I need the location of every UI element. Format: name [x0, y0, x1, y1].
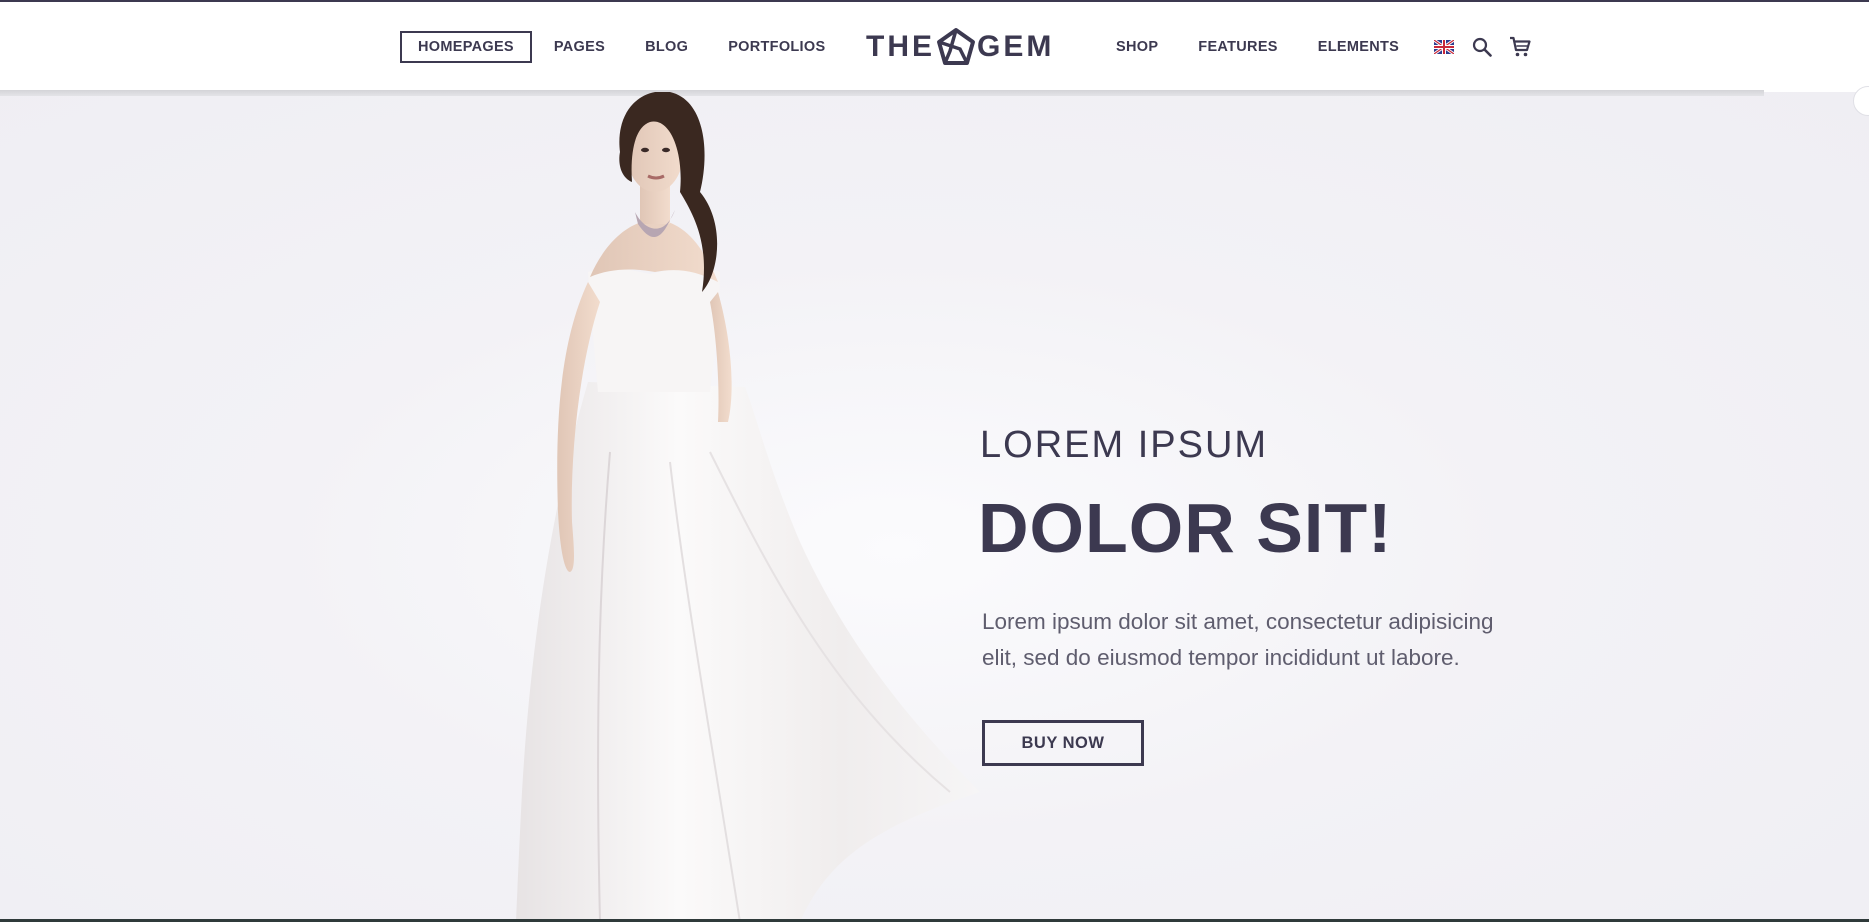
uk-flag-icon[interactable]: [1429, 32, 1459, 62]
nav-item-pages[interactable]: PAGES: [536, 31, 623, 63]
gem-pentagon-icon: [937, 28, 975, 65]
nav-item-shop[interactable]: SHOP: [1098, 31, 1176, 63]
site-header: HOMEPAGES PAGES BLOG PORTFOLIOS THE GEM …: [0, 2, 1869, 92]
primary-nav-left: HOMEPAGES PAGES BLOG PORTFOLIOS: [400, 2, 847, 92]
nav-item-elements[interactable]: ELEMENTS: [1300, 31, 1417, 63]
nav-item-features[interactable]: FEATURES: [1180, 31, 1295, 63]
woman-in-white-dress-photo: [516, 92, 980, 922]
primary-nav-right: SHOP FEATURES ELEMENTS: [1098, 2, 1535, 92]
site-logo[interactable]: THE GEM: [866, 24, 1054, 70]
nav-item-portfolios[interactable]: PORTFOLIOS: [710, 31, 843, 63]
hero-title: DOLOR SIT!: [978, 489, 1393, 567]
nav-item-blog[interactable]: BLOG: [627, 31, 706, 63]
search-icon[interactable]: [1467, 32, 1497, 62]
buy-now-button[interactable]: BUY NOW: [982, 720, 1144, 766]
logo-text-left: THE: [866, 30, 935, 63]
cart-icon[interactable]: [1505, 32, 1535, 62]
hero-subtitle: LOREM IPSUM: [980, 424, 1269, 466]
nav-item-homepages[interactable]: HOMEPAGES: [400, 31, 532, 63]
logo-text-right: GEM: [977, 30, 1055, 63]
hero-description: Lorem ipsum dolor sit amet, consectetur …: [982, 609, 1494, 670]
